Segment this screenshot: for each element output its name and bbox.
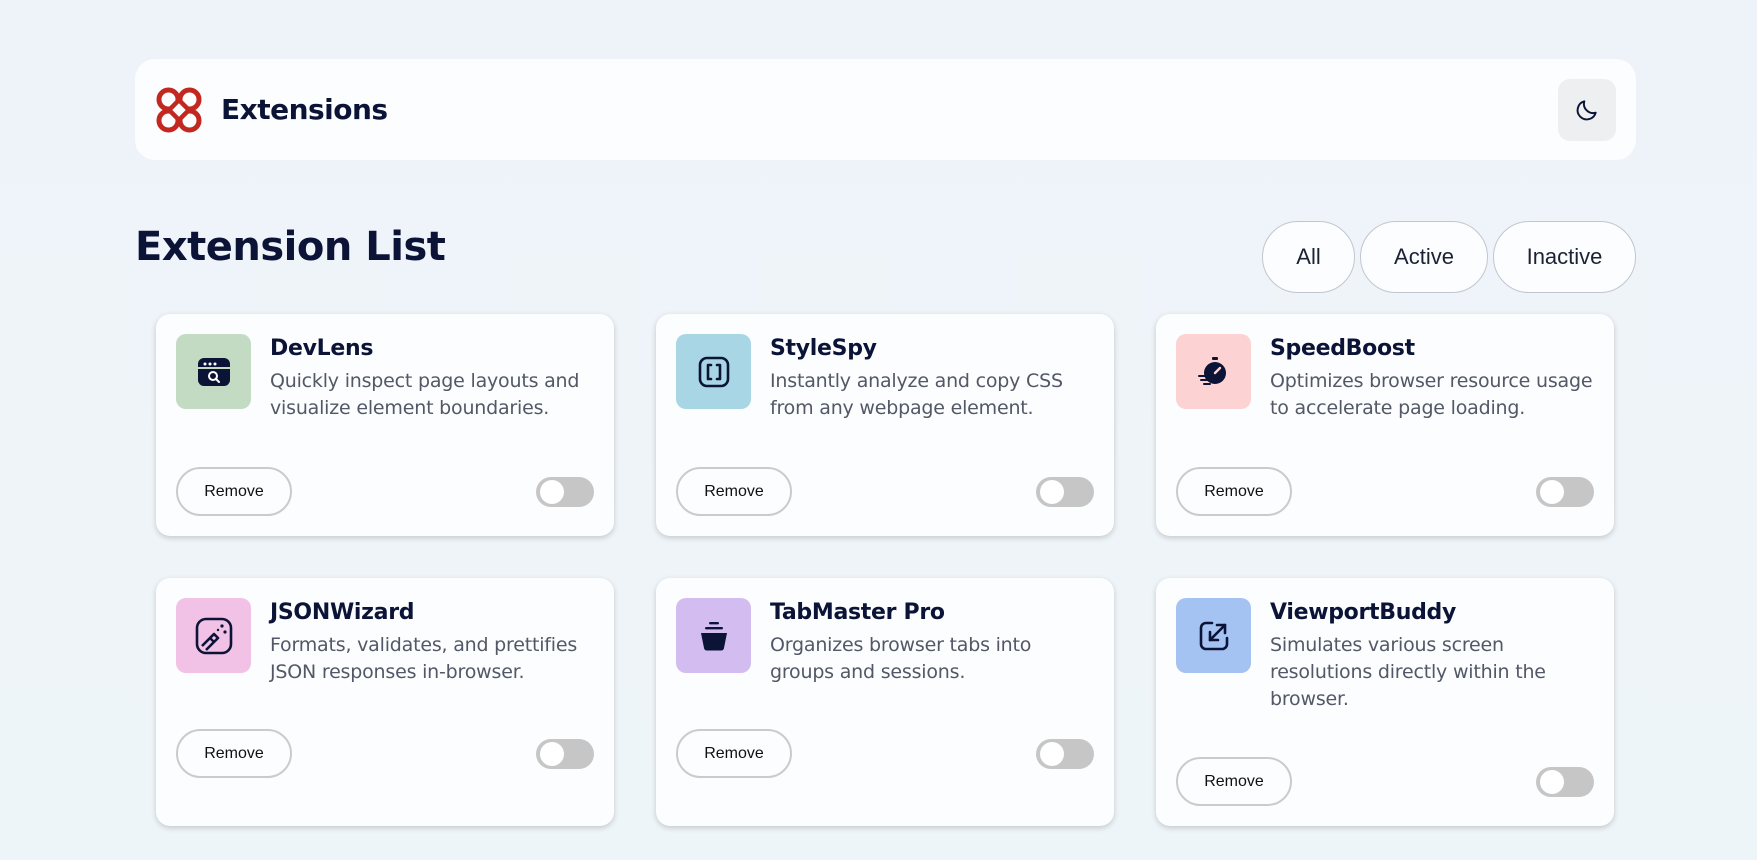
- remove-button[interactable]: Remove: [176, 467, 292, 516]
- title-row: Extension List All Active Inactive: [135, 221, 1636, 293]
- toggle-knob: [540, 741, 564, 766]
- brackets-icon: [676, 334, 751, 409]
- extension-card-tabmaster-pro: TabMaster Pro Organizes browser tabs int…: [656, 578, 1114, 826]
- jar-icon: [676, 598, 751, 673]
- remove-button[interactable]: Remove: [676, 729, 792, 778]
- extension-description: Optimizes browser resource usage to acce…: [1270, 370, 1593, 419]
- extension-name: TabMaster Pro: [770, 600, 945, 625]
- page-title: Extension List: [135, 224, 446, 270]
- extension-description: Simulates various screen resolutions dir…: [1270, 634, 1546, 710]
- theme-toggle-button[interactable]: [1558, 78, 1616, 141]
- extensions-logo-icon: [156, 87, 202, 132]
- enable-toggle[interactable]: [536, 738, 594, 769]
- toggle-knob: [540, 479, 564, 504]
- remove-button[interactable]: Remove: [176, 729, 292, 778]
- extension-card-speedboost: SpeedBoost Optimizes browser resource us…: [1156, 314, 1614, 536]
- filter-group: All Active Inactive: [1262, 221, 1636, 293]
- extension-card-stylespy: StyleSpy Instantly analyze and copy CSS …: [656, 314, 1114, 536]
- extension-name: SpeedBoost: [1270, 336, 1415, 361]
- app-root: Extensions Extension List All Active Ina…: [0, 0, 1757, 860]
- enable-toggle[interactable]: [536, 476, 594, 507]
- remove-button[interactable]: Remove: [1176, 757, 1292, 806]
- brand-name: Extensions: [221, 93, 388, 126]
- enable-toggle[interactable]: [1036, 738, 1094, 769]
- extension-description: Quickly inspect page layouts and visuali…: [270, 370, 580, 419]
- toggle-knob: [1540, 769, 1564, 794]
- toggle-knob: [1040, 741, 1064, 766]
- resize-arrow-icon: [1176, 598, 1251, 673]
- toggle-knob: [1040, 479, 1064, 504]
- extension-card-devlens: DevLens Quickly inspect page layouts and…: [156, 314, 614, 536]
- extension-description: Instantly analyze and copy CSS from any …: [770, 370, 1063, 419]
- filter-inactive-button[interactable]: Inactive: [1493, 221, 1636, 293]
- moon-icon: [1576, 99, 1597, 120]
- extension-name: JSONWizard: [270, 600, 415, 625]
- toggle-knob: [1540, 479, 1564, 504]
- wand-icon: [176, 598, 251, 673]
- extensions-grid: DevLens Quickly inspect page layouts and…: [156, 314, 1614, 826]
- remove-button[interactable]: Remove: [676, 467, 792, 516]
- extension-name: StyleSpy: [770, 336, 877, 361]
- top-header: Extensions: [135, 59, 1636, 160]
- extension-description: Organizes browser tabs into groups and s…: [770, 634, 1032, 683]
- extension-name: ViewportBuddy: [1270, 600, 1457, 625]
- filter-active-button[interactable]: Active: [1360, 221, 1488, 293]
- extension-card-jsonwizard: JSONWizard Formats, validates, and prett…: [156, 578, 614, 826]
- extension-description: Formats, validates, and prettifies JSON …: [270, 634, 578, 683]
- enable-toggle[interactable]: [1036, 476, 1094, 507]
- browser-search-icon: [176, 334, 251, 409]
- extension-card-viewportbuddy: ViewportBuddy Simulates various screen r…: [1156, 578, 1614, 826]
- remove-button[interactable]: Remove: [1176, 467, 1292, 516]
- extension-name: DevLens: [270, 336, 374, 361]
- brand: Extensions: [153, 84, 388, 136]
- stopwatch-icon: [1176, 334, 1251, 409]
- enable-toggle[interactable]: [1536, 476, 1594, 507]
- enable-toggle[interactable]: [1536, 766, 1594, 797]
- filter-all-button[interactable]: All: [1262, 221, 1355, 293]
